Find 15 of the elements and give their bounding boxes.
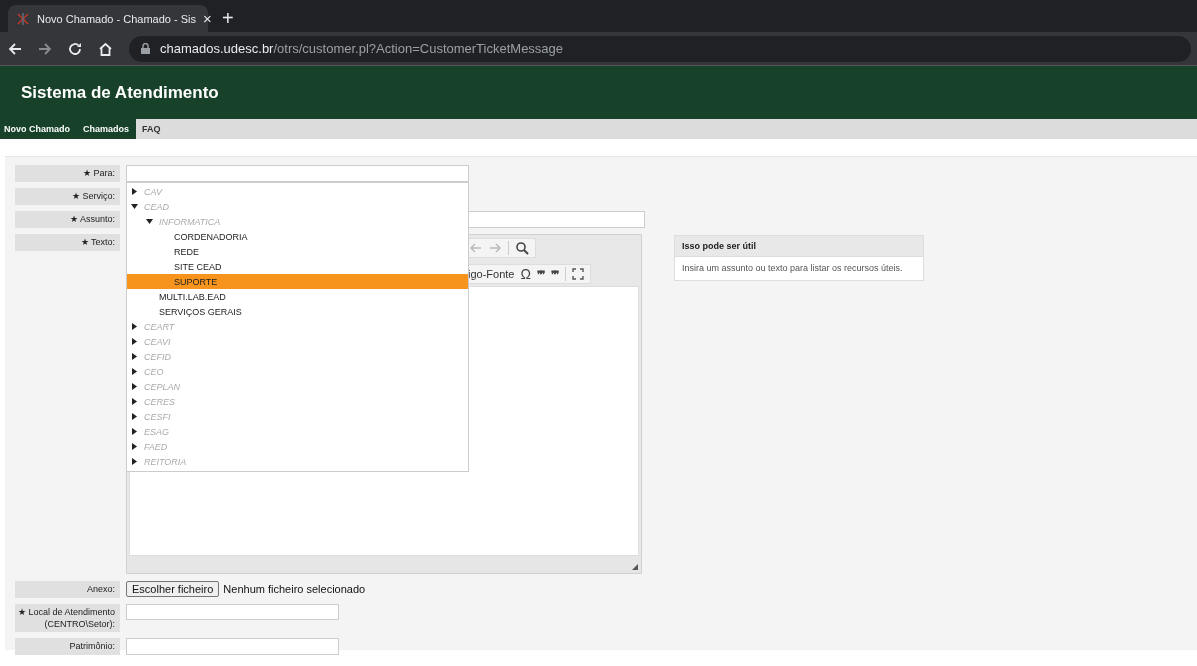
field-label: Patrimônio: <box>15 638 120 655</box>
field-label: ★ Serviço: <box>15 188 120 205</box>
field-label: ★ Texto: <box>15 234 120 251</box>
url-host: chamados.udesc.br <box>160 41 274 56</box>
field-label: ★ Assunto: <box>15 211 120 228</box>
site-title: Sistema de Atendimento <box>21 82 219 103</box>
tab-title: Novo Chamado - Chamado - Sis <box>37 12 196 25</box>
file-status: Nenhum ficheiro selecionado <box>223 582 366 595</box>
field-label: ★ Local de Atendimento <box>16 606 115 618</box>
field-label: ★ Para: <box>15 165 120 182</box>
help-text: Insira um assunto ou texto para listar os recursos úteis. <box>681 262 904 275</box>
field-label: (CENTRO\Setor): <box>43 618 115 630</box>
help-title: Isso pode ser útil <box>675 236 923 257</box>
url-path: /otrs/customer.pl?Action=CustomerTicketMessage <box>273 41 564 56</box>
field-label: Anexo: <box>15 581 120 598</box>
